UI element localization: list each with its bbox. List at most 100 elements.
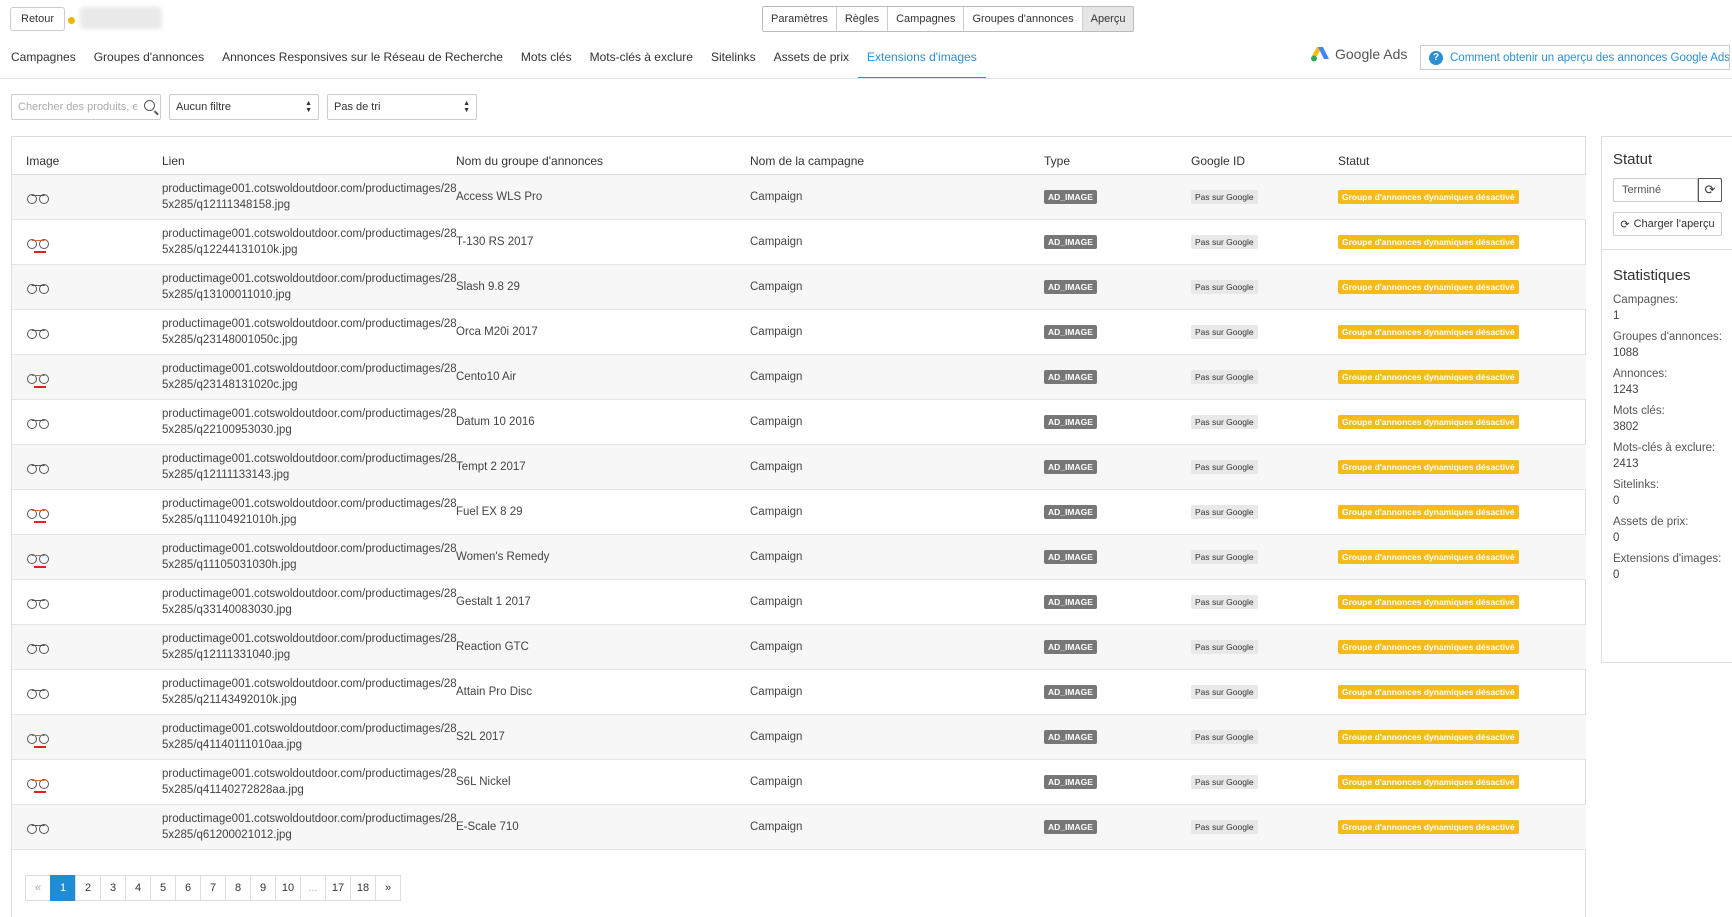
table-row[interactable]: productimage001.cotswoldoutdoor.com/prod… <box>12 354 1586 400</box>
bike-thumbnail-icon[interactable] <box>26 593 50 611</box>
table-row[interactable]: productimage001.cotswoldoutdoor.com/prod… <box>12 669 1586 715</box>
pagination: «1 2 3 4 5 6 7 8 9 10... 17 18» <box>25 875 401 901</box>
google-id-cell: Pas sur Google <box>1177 489 1324 535</box>
table-row[interactable]: productimage001.cotswoldoutdoor.com/prod… <box>12 174 1586 220</box>
bike-thumbnail-icon[interactable] <box>26 323 50 341</box>
table-row[interactable]: productimage001.cotswoldoutdoor.com/prod… <box>12 804 1586 850</box>
page-button[interactable]: 6 <box>175 875 201 901</box>
google-id-cell: Pas sur Google <box>1177 534 1324 580</box>
prev-page-button[interactable]: « <box>25 875 51 901</box>
type-badge: AD_IMAGE <box>1044 594 1097 609</box>
campaign-cell: Campaign <box>736 354 1030 400</box>
type-badge: AD_IMAGE <box>1044 549 1097 564</box>
campaign-cell: Campaign <box>736 579 1030 625</box>
bike-thumbnail-icon[interactable] <box>26 818 50 836</box>
bike-thumbnail-icon[interactable] <box>26 188 50 206</box>
tab-mots-cles[interactable]: Mots clés <box>512 40 581 79</box>
page-button[interactable]: 3 <box>100 875 126 901</box>
col-campagne[interactable]: Nom de la campagne <box>736 137 1030 175</box>
google-id-badge: Pas sur Google <box>1191 504 1258 519</box>
col-type[interactable]: Type <box>1030 137 1177 175</box>
step-groupes-annonces[interactable]: Groupes d'annonces <box>964 7 1083 31</box>
type-cell: AD_IMAGE <box>1030 669 1177 715</box>
type-cell: AD_IMAGE <box>1030 759 1177 805</box>
stat-label: Mots-clés à exclure: <box>1613 442 1716 454</box>
preview-tabs: Campagnes Groupes d'annonces Annonces Re… <box>0 40 986 79</box>
google-id-badge: Pas sur Google <box>1191 459 1258 474</box>
bike-thumbnail-icon[interactable] <box>26 413 50 431</box>
col-image[interactable]: Image <box>12 137 148 175</box>
tab-campagnes[interactable]: Campagnes <box>2 40 85 79</box>
page-button[interactable]: 7 <box>200 875 226 901</box>
table-row[interactable]: productimage001.cotswoldoutdoor.com/prod… <box>12 219 1586 265</box>
refresh-icon[interactable]: ⟳ <box>1698 178 1722 202</box>
search-icon[interactable] <box>144 100 155 111</box>
help-link[interactable]: ? Comment obtenir un aperçu des annonces… <box>1420 45 1730 70</box>
campaign-cell: Campaign <box>736 624 1030 670</box>
page-button[interactable]: 10 <box>275 875 301 901</box>
table-row[interactable]: productimage001.cotswoldoutdoor.com/prod… <box>12 579 1586 625</box>
page-button[interactable]: 2 <box>75 875 101 901</box>
page-button[interactable]: 17 <box>325 875 351 901</box>
tab-sitelinks[interactable]: Sitelinks <box>702 40 765 79</box>
status-badge: Groupe d'annonces dynamiques désactivé <box>1338 234 1519 249</box>
col-groupe[interactable]: Nom du groupe d'annonces <box>442 137 736 175</box>
next-page-button[interactable]: » <box>375 875 401 901</box>
tab-groupes-annonces[interactable]: Groupes d'annonces <box>85 40 213 79</box>
bike-thumbnail-icon[interactable] <box>26 503 50 523</box>
page-button[interactable]: 5 <box>150 875 176 901</box>
table-row[interactable]: productimage001.cotswoldoutdoor.com/prod… <box>12 624 1586 670</box>
step-regles[interactable]: Règles <box>836 7 889 31</box>
bike-thumbnail-icon[interactable] <box>26 548 50 568</box>
search-input[interactable] <box>12 95 137 119</box>
table-row[interactable]: productimage001.cotswoldoutdoor.com/prod… <box>12 399 1586 445</box>
wizard-steps: Paramètres Règles Campagnes Groupes d'an… <box>762 6 1135 32</box>
bike-thumbnail-icon[interactable] <box>26 728 50 748</box>
table-row[interactable]: productimage001.cotswoldoutdoor.com/prod… <box>12 444 1586 490</box>
sort-select[interactable]: Pas de tri ▲ ▼ <box>327 94 477 120</box>
tab-assets-prix[interactable]: Assets de prix <box>765 40 858 79</box>
type-badge: AD_IMAGE <box>1044 729 1097 744</box>
adgroup-cell: Attain Pro Disc <box>442 669 736 715</box>
step-apercu[interactable]: Aperçu <box>1082 7 1134 31</box>
image-cell <box>12 174 148 220</box>
filter-select[interactable]: Aucun filtre ▲ ▼ <box>169 94 319 120</box>
table-row[interactable]: productimage001.cotswoldoutdoor.com/prod… <box>12 489 1586 535</box>
page-button[interactable]: 1 <box>50 875 76 901</box>
page-button[interactable]: 9 <box>250 875 276 901</box>
table-row[interactable]: productimage001.cotswoldoutdoor.com/prod… <box>12 714 1586 760</box>
table-row[interactable]: productimage001.cotswoldoutdoor.com/prod… <box>12 534 1586 580</box>
bike-thumbnail-icon[interactable] <box>26 278 50 296</box>
table-row[interactable]: productimage001.cotswoldoutdoor.com/prod… <box>12 759 1586 805</box>
step-campagnes[interactable]: Campagnes <box>888 7 965 31</box>
tab-annonces-responsives[interactable]: Annonces Responsives sur le Réseau de Re… <box>213 40 512 79</box>
bike-thumbnail-icon[interactable] <box>26 773 50 793</box>
status-cell: Groupe d'annonces dynamiques désactivé <box>1324 264 1586 310</box>
page-button[interactable]: 18 <box>350 875 376 901</box>
col-statut[interactable]: Statut <box>1324 137 1586 175</box>
status-badge: Groupe d'annonces dynamiques désactivé <box>1338 639 1519 654</box>
tab-mots-cles-exclure[interactable]: Mots-clés à exclure <box>581 40 702 79</box>
page-button[interactable]: 8 <box>225 875 251 901</box>
bike-thumbnail-icon[interactable] <box>26 233 50 253</box>
table-row[interactable]: productimage001.cotswoldoutdoor.com/prod… <box>12 264 1586 310</box>
status-cell: Groupe d'annonces dynamiques désactivé <box>1324 579 1586 625</box>
search-field <box>11 94 161 120</box>
col-google-id[interactable]: Google ID <box>1177 137 1324 175</box>
table-row[interactable]: productimage001.cotswoldoutdoor.com/prod… <box>12 309 1586 355</box>
google-id-badge: Pas sur Google <box>1191 729 1258 744</box>
bike-thumbnail-icon[interactable] <box>26 638 50 656</box>
image-cell <box>12 309 148 355</box>
load-preview-button[interactable]: ⟳ Charger l'aperçu <box>1613 212 1722 236</box>
back-button[interactable]: Retour <box>10 7 66 31</box>
status-cell: Groupe d'annonces dynamiques désactivé <box>1324 669 1586 715</box>
tab-extensions-images[interactable]: Extensions d'images <box>858 40 986 79</box>
bike-thumbnail-icon[interactable] <box>26 368 50 388</box>
page-button[interactable]: 4 <box>125 875 151 901</box>
type-cell: AD_IMAGE <box>1030 444 1177 490</box>
status-badge: Groupe d'annonces dynamiques désactivé <box>1338 369 1519 384</box>
col-lien[interactable]: Lien <box>148 137 442 175</box>
bike-thumbnail-icon[interactable] <box>26 458 50 476</box>
step-parametres[interactable]: Paramètres <box>763 7 837 31</box>
bike-thumbnail-icon[interactable] <box>26 683 50 701</box>
